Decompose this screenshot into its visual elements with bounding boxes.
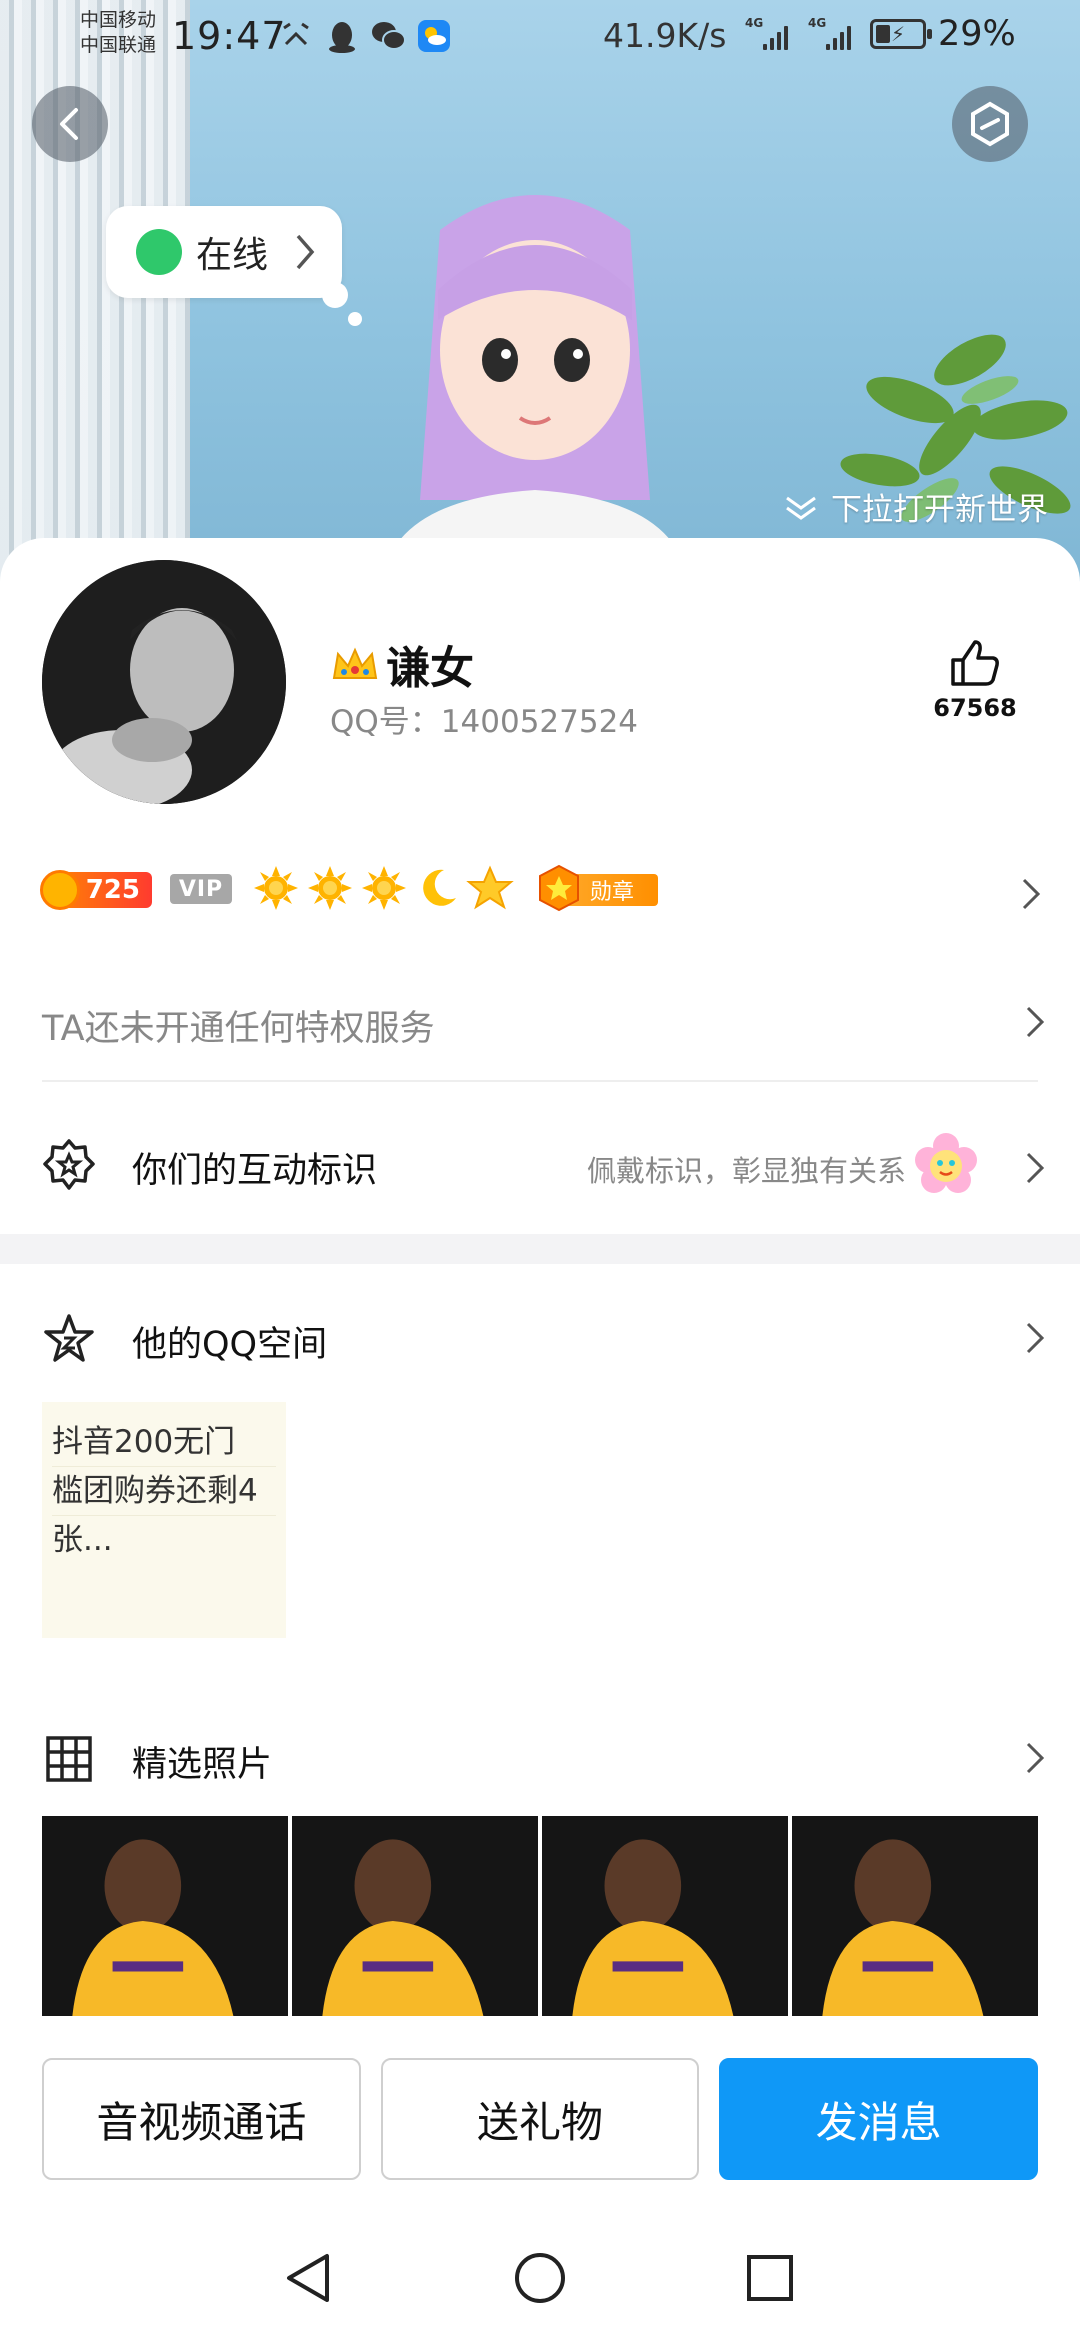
privilege-row[interactable]: TA还未开通任何特权服务	[0, 978, 1080, 1068]
featured-photos-grid	[42, 1816, 1038, 2016]
triangle-back-icon	[287, 2254, 329, 2302]
online-status-bubble[interactable]: 在线	[106, 206, 342, 298]
privilege-text: TA还未开通任何特权服务	[42, 1009, 435, 1049]
online-dot-icon	[136, 229, 182, 275]
avatar-photo	[42, 560, 286, 804]
chevron-right-icon	[296, 234, 315, 270]
basketball-player-photo	[792, 1816, 1038, 2016]
chevron-right-icon	[1026, 1742, 1045, 1774]
signal-1-icon: 4G	[745, 16, 788, 50]
medal-badge: 勋章	[536, 864, 660, 912]
back-button[interactable]	[32, 86, 108, 162]
nav-recents-button[interactable]	[740, 2248, 800, 2308]
send-message-button[interactable]: 发消息	[719, 2058, 1039, 2180]
qq-penguin-icon	[324, 18, 360, 54]
hexagon-menu-icon	[971, 101, 1009, 147]
qq-number[interactable]: QQ号：1400527524	[330, 696, 638, 741]
notification-icons	[278, 18, 452, 54]
grid-icon	[46, 1736, 92, 1782]
profile-action-bar: 音视频通话 送礼物 发消息	[42, 2058, 1039, 2180]
nav-home-button[interactable]	[510, 2248, 570, 2308]
send-gift-button[interactable]: 送礼物	[380, 2058, 700, 2180]
star-level-icon	[466, 865, 514, 910]
featured-photos-title: 精选照片	[132, 1745, 273, 1785]
back-arrow-icon	[60, 108, 78, 140]
basketball-player-photo	[542, 1816, 788, 2016]
qq-zone-row[interactable]: 他的QQ空间	[0, 1288, 1080, 1388]
featured-photos-row[interactable]: 精选照片	[0, 1708, 1080, 1808]
pull-down-hint[interactable]: 下拉打开新世界	[781, 484, 1048, 529]
thumbs-up-icon	[951, 640, 999, 686]
interaction-mark-title: 你们的互动标识	[132, 1151, 378, 1191]
moon-level-icon	[423, 869, 456, 906]
signal-2-icon: 4G	[808, 16, 851, 50]
battery-icon: ⚡	[870, 19, 932, 49]
more-button[interactable]	[952, 86, 1028, 162]
crown-icon	[332, 647, 378, 679]
photo-thumbnail[interactable]	[42, 1816, 288, 2016]
level-badges-row[interactable]: 725 VIP 勋章	[40, 864, 1042, 924]
photo-thumbnail[interactable]	[292, 1816, 538, 2016]
chevron-right-icon	[1022, 878, 1041, 910]
carrier-1: 中国移动	[80, 9, 157, 31]
post-text-line: 张...	[52, 1522, 113, 1558]
post-text-line: 抖音200无门	[52, 1418, 276, 1467]
double-chevron-down-icon	[786, 496, 816, 520]
network-speed: 41.9K/s	[603, 16, 727, 55]
battery-percent: 29%	[938, 14, 1016, 54]
status-time: 19:47	[172, 14, 287, 58]
nav-back-button[interactable]	[278, 2248, 338, 2308]
carrier-names: 中国移动 中国联通	[80, 8, 156, 58]
background-curtain	[0, 0, 190, 600]
video-call-button[interactable]: 音视频通话	[42, 2058, 361, 2180]
sun-level-icon	[362, 866, 406, 910]
level-badge: 725	[40, 870, 152, 910]
coin-icon	[40, 870, 80, 910]
photo-thumbnail[interactable]	[792, 1816, 1038, 2016]
profile-header-scene[interactable]: 中国移动 中国联通 19:47 41.9K/s 4G 4G ⚡ 29% 在线 下…	[0, 0, 1080, 600]
like-button[interactable]: 67568	[930, 638, 1020, 722]
circle-home-icon	[515, 2253, 565, 2303]
basketball-player-photo	[292, 1816, 538, 2016]
photo-thumbnail[interactable]	[542, 1816, 788, 2016]
chevron-right-icon	[1026, 1152, 1045, 1184]
nickname-text: 谦女	[386, 643, 474, 694]
qq-zone-post-preview[interactable]: 抖音200无门 槛团购券还剩4 张...	[42, 1402, 286, 1638]
basketball-player-photo	[42, 1816, 288, 2016]
medal-icon	[539, 864, 579, 912]
square-recents-icon	[747, 2255, 793, 2301]
chevron-right-icon	[1026, 1006, 1045, 1038]
profile-avatar[interactable]	[42, 560, 286, 804]
profile-card: 谦女 QQ号：1400527524 67568 725 VIP 勋章 TA还未开…	[0, 538, 1080, 2078]
interaction-mark-row[interactable]: 你们的互动标识 佩戴标识，彰显独有关系	[0, 1114, 1080, 1224]
online-status-label: 在线	[196, 235, 269, 276]
interaction-mark-hint: 佩戴标识，彰显独有关系	[586, 1154, 906, 1188]
post-text-line: 槛团购券还剩4	[52, 1467, 276, 1516]
status-bar: 中国移动 中国联通 19:47 41.9K/s 4G 4G ⚡ 29%	[0, 0, 1080, 80]
chevron-right-icon	[1026, 1322, 1045, 1354]
signal-2-label: 4G	[808, 16, 827, 30]
vip-badge: VIP	[170, 874, 232, 904]
signal-1-label: 4G	[745, 16, 764, 30]
divider	[42, 1080, 1038, 1082]
qq-zone-title: 他的QQ空间	[132, 1325, 328, 1365]
wechat-icon	[370, 18, 406, 54]
level-number: 725	[85, 875, 140, 905]
sun-level-icon	[254, 866, 298, 910]
alarm-off-icon	[278, 18, 314, 54]
badge-star-icon	[43, 1139, 95, 1190]
weather-app-icon	[416, 18, 452, 54]
nickname: 谦女	[330, 632, 474, 696]
carrier-2: 中国联通	[80, 34, 157, 56]
section-separator	[0, 1234, 1080, 1264]
3d-avatar-girl[interactable]	[320, 170, 750, 600]
sun-level-icon	[308, 866, 352, 910]
pull-down-hint-text: 下拉打开新世界	[831, 492, 1048, 528]
system-navigation-bar	[0, 2220, 1080, 2340]
qq-zone-star-icon	[44, 1314, 94, 1362]
flower-sticker-icon	[915, 1133, 977, 1193]
like-count: 67568	[933, 694, 1017, 722]
